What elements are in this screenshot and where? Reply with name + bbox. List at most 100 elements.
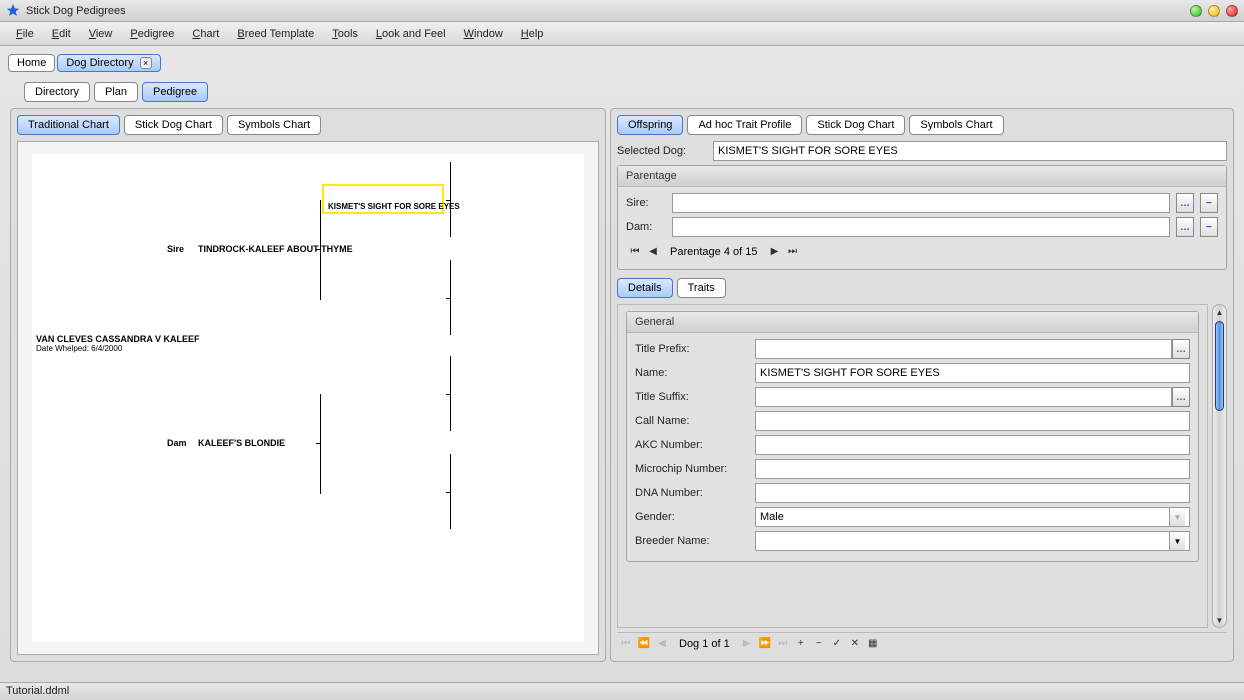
last-icon: ⏭ xyxy=(778,639,787,649)
parentage-last-button[interactable]: ⏭ xyxy=(785,245,799,259)
menu-window[interactable]: Window xyxy=(456,25,511,43)
chart-canvas-wrap: VAN CLEVES CASSANDRA V KALEEF Date Whelp… xyxy=(17,141,599,655)
tab-offspring[interactable]: Offspring xyxy=(617,115,683,135)
prev-icon: ◀ xyxy=(658,639,666,649)
chart-bracket xyxy=(446,394,450,395)
first-icon: ⏮ xyxy=(622,639,631,649)
tab-dog-directory[interactable]: Dog Directory × xyxy=(57,54,160,72)
title-suffix-field[interactable] xyxy=(755,387,1172,407)
parentage-nav: ⏮ ◀ Parentage 4 of 15 ▶ ⏭ xyxy=(626,241,1218,263)
scroll-down-icon[interactable]: ▼ xyxy=(1213,613,1226,627)
parentage-prev-button[interactable]: ◀ xyxy=(646,245,660,259)
status-bar: Tutorial.ddml xyxy=(0,682,1244,700)
menu-bar: File Edit View Pedigree Chart Breed Temp… xyxy=(0,22,1244,46)
dam-label: Dam: xyxy=(626,221,666,233)
menu-breed-template[interactable]: Breed Template xyxy=(229,25,322,43)
dna-number-label: DNA Number: xyxy=(635,487,755,499)
menu-view[interactable]: View xyxy=(81,25,121,43)
chevron-down-icon: ▼ xyxy=(1169,532,1185,550)
microchip-number-label: Microchip Number: xyxy=(635,463,755,475)
tab-stick-dog-chart-left[interactable]: Stick Dog Chart xyxy=(124,115,223,135)
menu-pedigree[interactable]: Pedigree xyxy=(122,25,182,43)
status-file: Tutorial.ddml xyxy=(6,685,69,697)
microchip-number-field[interactable] xyxy=(755,459,1190,479)
title-suffix-label: Title Suffix: xyxy=(635,391,755,403)
dna-number-field[interactable] xyxy=(755,483,1190,503)
dog-next-button[interactable]: ▶ xyxy=(740,637,754,651)
first-icon: ⏮ xyxy=(631,247,640,257)
minus-icon: − xyxy=(816,639,822,649)
title-prefix-field[interactable] xyxy=(755,339,1172,359)
details-scrollbar[interactable]: ▲ ▼ xyxy=(1212,304,1227,628)
dam-field[interactable] xyxy=(672,217,1170,237)
tab-details[interactable]: Details xyxy=(617,278,673,298)
last-icon: ⏭ xyxy=(788,247,797,257)
pedigree-chart[interactable]: VAN CLEVES CASSANDRA V KALEEF Date Whelp… xyxy=(32,154,584,642)
tab-adhoc-trait-profile[interactable]: Ad hoc Trait Profile xyxy=(687,115,802,135)
breeder-name-combo[interactable]: ▼ xyxy=(755,531,1190,551)
chart-highlight-name: KISMET'S SIGHT FOR SORE EYES xyxy=(328,202,460,211)
dam-clear-button[interactable] xyxy=(1200,217,1218,237)
gender-value: Male xyxy=(760,511,1169,523)
title-suffix-browse-button[interactable] xyxy=(1172,387,1190,407)
title-prefix-browse-button[interactable] xyxy=(1172,339,1190,359)
chart-bracket xyxy=(450,454,451,529)
dog-add-button[interactable]: + xyxy=(794,637,808,651)
selected-dog-field[interactable] xyxy=(713,141,1227,161)
parentage-legend: Parentage xyxy=(618,166,1226,187)
akc-number-field[interactable] xyxy=(755,435,1190,455)
dog-last-button[interactable]: ⏭ xyxy=(776,637,790,651)
sire-browse-button[interactable] xyxy=(1176,193,1194,213)
tab-symbols-chart-right[interactable]: Symbols Chart xyxy=(909,115,1003,135)
menu-chart[interactable]: Chart xyxy=(184,25,227,43)
scroll-thumb[interactable] xyxy=(1215,321,1224,411)
section-tabs: Directory Plan Pedigree xyxy=(6,78,1238,102)
tab-traditional-chart[interactable]: Traditional Chart xyxy=(17,115,120,135)
tab-stick-dog-chart-right[interactable]: Stick Dog Chart xyxy=(806,115,905,135)
window-maximize-button[interactable] xyxy=(1190,5,1202,17)
dog-remove-button[interactable]: − xyxy=(812,637,826,651)
chart-bracket xyxy=(450,162,451,237)
section-tab-plan[interactable]: Plan xyxy=(94,82,138,102)
selected-dog-label: Selected Dog: xyxy=(617,145,707,157)
dog-confirm-button[interactable]: ✓ xyxy=(830,637,844,651)
call-name-field[interactable] xyxy=(755,411,1190,431)
sire-field[interactable] xyxy=(672,193,1170,213)
dog-prev-button[interactable]: ◀ xyxy=(655,637,669,651)
tab-home[interactable]: Home xyxy=(8,54,55,72)
menu-tools[interactable]: Tools xyxy=(324,25,366,43)
chart-root-name: VAN CLEVES CASSANDRA V KALEEF xyxy=(36,334,200,344)
menu-look-and-feel[interactable]: Look and Feel xyxy=(368,25,454,43)
tab-dog-directory-label: Dog Directory xyxy=(66,57,133,69)
chevron-down-icon: ▼ xyxy=(1169,508,1185,526)
menu-edit[interactable]: Edit xyxy=(44,25,79,43)
right-panel: Offspring Ad hoc Trait Profile Stick Dog… xyxy=(610,108,1234,662)
dog-first-button[interactable]: ⏮ xyxy=(619,637,633,651)
tab-symbols-chart-left[interactable]: Symbols Chart xyxy=(227,115,321,135)
dog-grid-button[interactable]: ▦ xyxy=(866,637,880,651)
parentage-next-button[interactable]: ▶ xyxy=(767,245,781,259)
section-tab-pedigree[interactable]: Pedigree xyxy=(142,82,208,102)
akc-number-label: AKC Number: xyxy=(635,439,755,451)
chart-dam-label: Dam xyxy=(167,438,187,448)
scroll-up-icon[interactable]: ▲ xyxy=(1213,305,1226,319)
menu-help[interactable]: Help xyxy=(513,25,552,43)
tab-traits[interactable]: Traits xyxy=(677,278,726,298)
dam-browse-button[interactable] xyxy=(1176,217,1194,237)
chart-bracket xyxy=(446,200,450,201)
dog-prev-page-button[interactable]: ⏪ xyxy=(637,637,651,651)
sire-clear-button[interactable] xyxy=(1200,193,1218,213)
dog-cancel-button[interactable]: ✕ xyxy=(848,637,862,651)
section-tab-directory[interactable]: Directory xyxy=(24,82,90,102)
tab-dog-directory-close[interactable]: × xyxy=(140,57,152,69)
chart-bracket xyxy=(316,249,320,250)
chart-bracket xyxy=(316,443,320,444)
parentage-first-button[interactable]: ⏮ xyxy=(628,245,642,259)
dog-next-page-button[interactable]: ⏩ xyxy=(758,637,772,651)
window-close-button[interactable] xyxy=(1226,5,1238,17)
gender-combo[interactable]: Male▼ xyxy=(755,507,1190,527)
menu-file[interactable]: File xyxy=(8,25,42,43)
name-label: Name: xyxy=(635,367,755,379)
window-minimize-button[interactable] xyxy=(1208,5,1220,17)
name-field[interactable] xyxy=(755,363,1190,383)
